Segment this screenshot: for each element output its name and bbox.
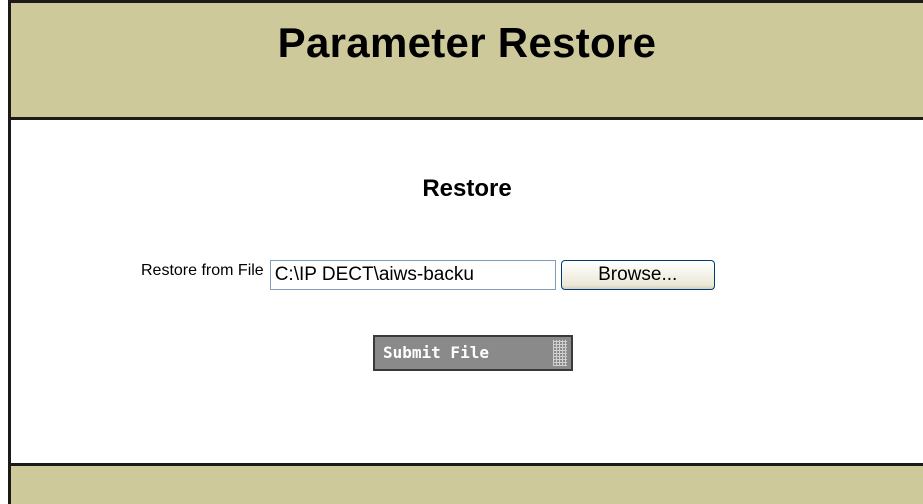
main-content: Restore Restore from File C:\IP DECT\aiw… (11, 120, 923, 463)
restore-file-row: Restore from File C:\IP DECT\aiws-backu … (141, 260, 715, 296)
submit-file-button[interactable]: Submit File (373, 335, 573, 371)
grip-icon (553, 340, 567, 366)
page-frame: Parameter Restore Restore Restore from F… (8, 0, 923, 504)
browse-button[interactable]: Browse... (560, 260, 715, 290)
footer-band (11, 463, 923, 504)
submit-file-label: Submit File (383, 343, 489, 362)
header-band: Parameter Restore (11, 0, 923, 120)
file-path-input[interactable]: C:\IP DECT\aiws-backu (269, 260, 556, 290)
section-title: Restore (422, 175, 512, 202)
page-title: Parameter Restore (277, 19, 657, 66)
restore-from-file-label: Restore from File (141, 262, 264, 279)
